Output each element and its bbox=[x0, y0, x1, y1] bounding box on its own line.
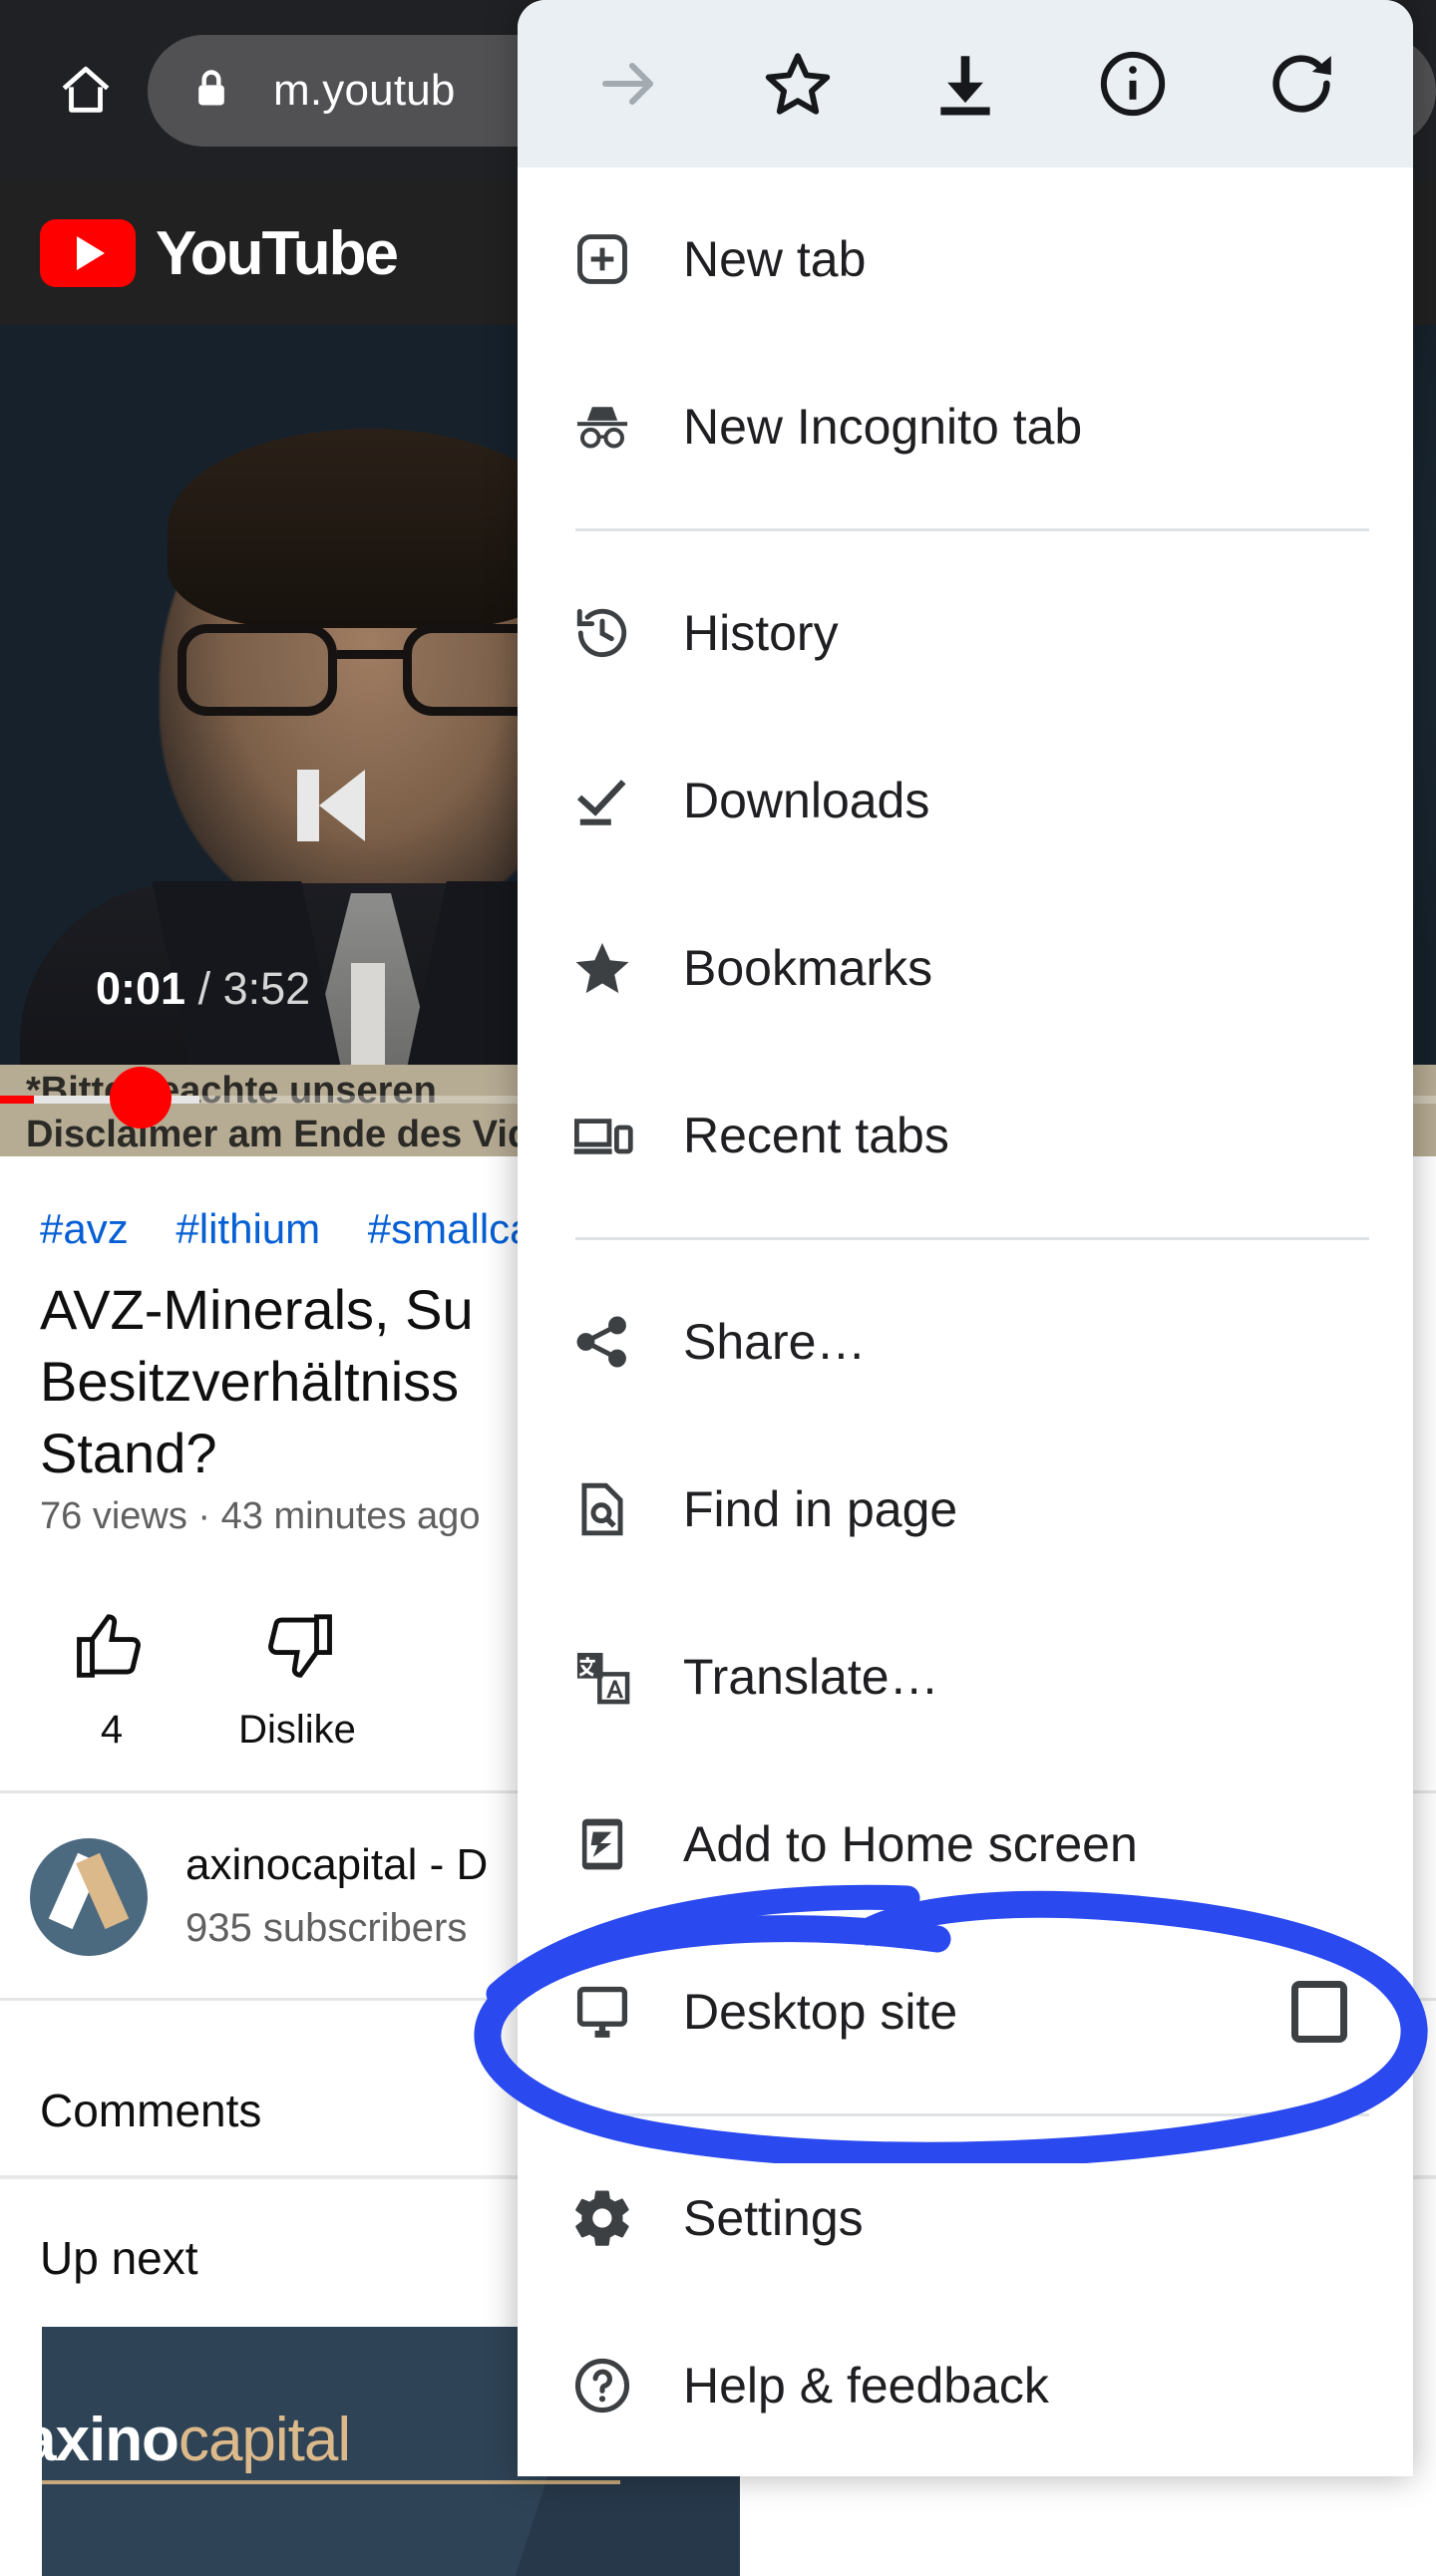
star-outline-icon[interactable] bbox=[743, 29, 853, 139]
menu-item-label: Add to Home screen bbox=[683, 1816, 1138, 1872]
menu-item-downloads[interactable]: Downloads bbox=[518, 717, 1413, 884]
info-circle-icon[interactable] bbox=[1078, 29, 1188, 139]
video-total-time: 3:52 bbox=[222, 963, 311, 1014]
video-stats: 76 views · 43 minutes ago bbox=[40, 1495, 481, 1537]
help-circle-icon bbox=[555, 2354, 649, 2417]
menu-separator bbox=[575, 1237, 1369, 1240]
home-icon[interactable] bbox=[42, 47, 130, 135]
menu-item-find-in-page[interactable]: Find in page bbox=[518, 1426, 1413, 1593]
hashtag-2[interactable]: #smallca bbox=[368, 1205, 534, 1252]
share-icon bbox=[555, 1311, 649, 1373]
menu-item-label: Desktop site bbox=[683, 1984, 958, 2040]
add-to-home-screen-icon bbox=[555, 1813, 649, 1875]
menu-item-new-tab[interactable]: New tab bbox=[518, 175, 1413, 343]
avatar[interactable] bbox=[30, 1838, 148, 1956]
video-frame-hair bbox=[168, 429, 570, 628]
menu-item-label: Help & feedback bbox=[683, 2358, 1049, 2414]
thumb-brand-b: capital bbox=[178, 2406, 351, 2474]
menu-item-new-incognito-tab[interactable]: New Incognito tab bbox=[518, 343, 1413, 510]
channel-subscribers: 935 subscribers bbox=[185, 1906, 468, 1950]
youtube-wordmark: YouTube bbox=[156, 218, 399, 288]
menu-item-label: Find in page bbox=[683, 1481, 958, 1537]
hashtag-0[interactable]: #avz bbox=[40, 1205, 129, 1252]
desktop-site-checkbox[interactable] bbox=[1291, 1981, 1347, 2043]
menu-header-toolbar bbox=[518, 0, 1413, 167]
menu-item-label: Settings bbox=[683, 2190, 864, 2246]
desktop-site-icon bbox=[555, 1980, 649, 2044]
menu-item-help-and-feedback[interactable]: Help & feedback bbox=[518, 2302, 1413, 2469]
bookmarks-star-icon bbox=[555, 936, 649, 1000]
video-frame-glasses bbox=[178, 624, 562, 716]
translate-icon bbox=[555, 1645, 649, 1709]
menu-separator bbox=[575, 528, 1369, 531]
progress-played bbox=[0, 1096, 34, 1104]
dislike-label: Dislike bbox=[238, 1708, 356, 1752]
video-time-display: 0:01 / 3:52 bbox=[96, 963, 310, 1015]
refresh-icon[interactable] bbox=[1247, 29, 1356, 139]
incognito-icon bbox=[555, 395, 649, 459]
youtube-logo-icon[interactable] bbox=[40, 219, 136, 287]
menu-item-recent-tabs[interactable]: Recent tabs bbox=[518, 1052, 1413, 1219]
progress-scrubber-handle[interactable] bbox=[110, 1067, 172, 1128]
recent-tabs-icon bbox=[555, 1104, 649, 1167]
menu-item-label: Share… bbox=[683, 1314, 867, 1370]
download-icon[interactable] bbox=[910, 29, 1020, 139]
history-icon bbox=[555, 602, 649, 664]
hashtag-1[interactable]: #lithium bbox=[176, 1205, 320, 1252]
comments-heading[interactable]: Comments bbox=[40, 2084, 261, 2137]
thumbs-down-icon bbox=[168, 1607, 427, 1702]
lock-icon bbox=[189, 64, 233, 119]
menu-item-label: New tab bbox=[683, 231, 867, 287]
menu-item-list: New tab New Incognito tab History Downlo… bbox=[518, 167, 1413, 2469]
menu-item-label: Recent tabs bbox=[683, 1108, 949, 1163]
settings-gear-icon bbox=[555, 2185, 649, 2251]
address-bar-url: m.youtub bbox=[273, 66, 456, 115]
downloads-icon bbox=[555, 770, 649, 831]
menu-item-label: Bookmarks bbox=[683, 940, 933, 996]
menu-separator bbox=[575, 2113, 1369, 2116]
menu-item-history[interactable]: History bbox=[518, 549, 1413, 717]
video-current-time: 0:01 bbox=[96, 963, 186, 1014]
new-tab-icon bbox=[555, 228, 649, 290]
menu-item-label: Translate… bbox=[683, 1649, 939, 1705]
menu-item-label: New Incognito tab bbox=[683, 399, 1083, 455]
previous-track-icon[interactable] bbox=[297, 770, 387, 841]
menu-item-settings[interactable]: Settings bbox=[518, 2134, 1413, 2302]
forward-icon[interactable] bbox=[574, 29, 684, 139]
menu-item-label: History bbox=[683, 605, 839, 661]
find-in-page-icon bbox=[555, 1478, 649, 1540]
dislike-button[interactable]: Dislike bbox=[168, 1607, 427, 1753]
video-time-separator: / bbox=[197, 963, 211, 1014]
menu-item-desktop-site[interactable]: Desktop site bbox=[518, 1928, 1413, 2095]
menu-item-add-to-home-screen[interactable]: Add to Home screen bbox=[518, 1761, 1413, 1928]
chrome-overflow-menu: New tab New Incognito tab History Downlo… bbox=[518, 0, 1413, 2476]
menu-item-label: Downloads bbox=[683, 773, 930, 828]
channel-name[interactable]: axinocapital - D bbox=[185, 1840, 488, 1890]
menu-item-share[interactable]: Share… bbox=[518, 1258, 1413, 1426]
menu-item-translate[interactable]: Translate… bbox=[518, 1593, 1413, 1761]
menu-item-bookmarks[interactable]: Bookmarks bbox=[518, 884, 1413, 1052]
up-next-heading: Up next bbox=[40, 2232, 198, 2284]
thumb-brand-a: axino bbox=[42, 2406, 180, 2474]
